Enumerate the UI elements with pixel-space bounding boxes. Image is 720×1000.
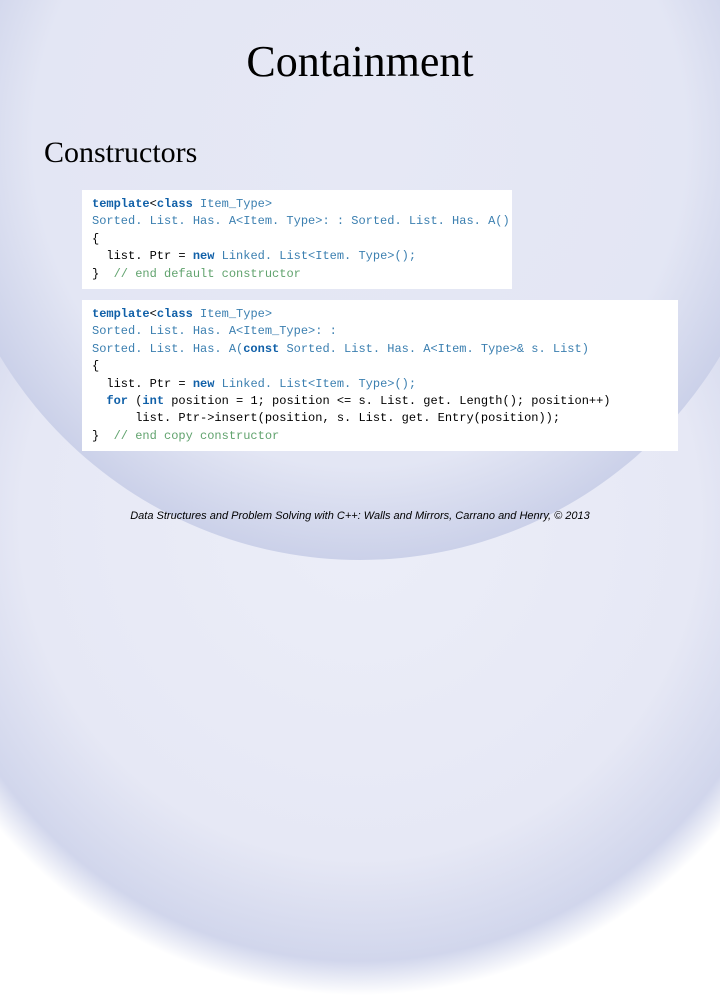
keyword-const: const (243, 342, 279, 356)
code-block-default-constructor: template<class Item_Type> Sorted. List. … (82, 190, 512, 289)
keyword-template: template (92, 307, 150, 321)
keyword-new: new (193, 377, 215, 391)
comment: // end default constructor (114, 267, 301, 281)
slide-footer: Data Structures and Problem Solving with… (0, 510, 720, 522)
slide-title: Containment (0, 36, 720, 87)
keyword-new: new (193, 249, 215, 263)
keyword-int: int (142, 394, 164, 408)
code-block-copy-constructor: template<class Item_Type> Sorted. List. … (82, 300, 678, 451)
keyword-class: class (157, 197, 193, 211)
keyword-for: for (106, 394, 128, 408)
keyword-class: class (157, 307, 193, 321)
comment: // end copy constructor (114, 429, 280, 443)
slide-subtitle: Constructors (44, 136, 197, 170)
keyword-template: template (92, 197, 150, 211)
